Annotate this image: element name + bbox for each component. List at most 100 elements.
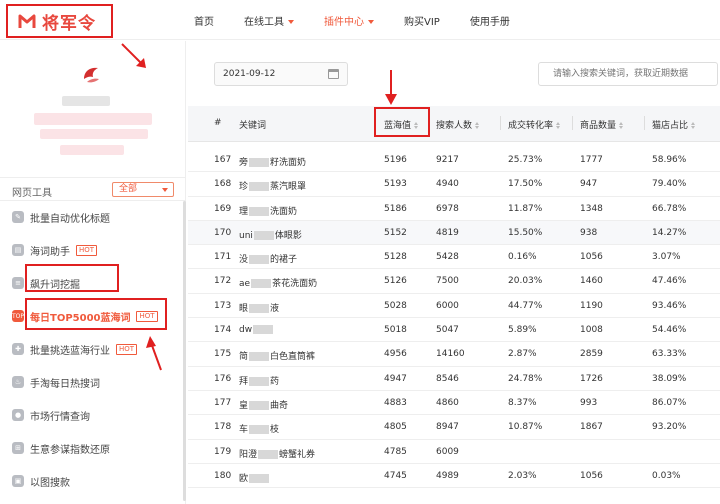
annotation-box-top5000: [25, 298, 167, 330]
table-row[interactable]: 175 简白色直筒裤 4956 14160 2.87% 2859 63.33%: [188, 342, 720, 367]
annotation-box-blue-sea-value: [374, 107, 430, 137]
col-keyword: 关键词: [239, 121, 267, 131]
hot-badge: HOT: [76, 244, 98, 256]
keyword-cell: 拜药: [239, 376, 280, 387]
table-row[interactable]: 180 欧 4745 4989 2.03% 1056 0.03%: [188, 464, 720, 489]
redacted-text: [253, 230, 274, 240]
redacted-text: [249, 473, 270, 483]
date-picker[interactable]: 2021-09-12: [214, 62, 348, 86]
column-divider: [572, 116, 573, 130]
search-input[interactable]: [538, 62, 718, 86]
sidebar-item-sea-words[interactable]: ▤ 海词助手 HOT: [0, 239, 186, 261]
chevron-down-icon: [162, 188, 168, 192]
book-icon: ▤: [12, 244, 24, 256]
table-row[interactable]: 169 理洗面奶 5186 6978 11.87% 1348 66.78%: [188, 197, 720, 221]
username-blurred: [62, 96, 110, 106]
keyword-cell: 珍蒸汽眼罩: [239, 182, 307, 193]
table-row[interactable]: 178 车枝 4805 8947 10.87% 1867 93.20%: [188, 415, 720, 440]
keyword-cell: 旁籽洗面奶: [239, 158, 307, 168]
chevron-down-icon: [288, 19, 294, 24]
keyword-cell: 没的裙子: [239, 255, 298, 266]
chat-icon: ●: [12, 409, 24, 421]
annotation-arrow-top5000: [146, 336, 162, 371]
table-body: 167 旁籽洗面奶 5196 9217 25.73% 1777 58.96% 168 珍蒸汽眼…: [188, 148, 720, 489]
main-nav: 首页 在线工具 插件中心 购买VIP 使用手册: [194, 0, 540, 40]
keyword-cell: uni 体眼影: [239, 230, 302, 241]
table-row[interactable]: 179 阳澄 螃蟹礼券 4785 6009: [188, 440, 720, 464]
table-row[interactable]: 167 旁籽洗面奶 5196 9217 25.73% 1777 58.96%: [188, 148, 720, 173]
redacted-text: [249, 182, 270, 192]
sidebar-item-market[interactable]: ● 市场行情查询: [0, 404, 186, 426]
sidebar-item-batch-title[interactable]: ✎ 批量自动优化标题: [0, 206, 186, 228]
image-icon: ▣: [12, 475, 24, 487]
annotation-arrow-logo: [121, 43, 146, 68]
redacted-text: [249, 255, 270, 265]
column-divider: [500, 116, 501, 130]
nav-buy-vip[interactable]: 购买VIP: [404, 13, 440, 28]
col-search-users[interactable]: 搜索人数: [436, 118, 480, 131]
userinfo-blurred: [34, 113, 152, 125]
sidebar-item-index-restore[interactable]: ⊞ 生意参谋指数还原: [0, 437, 186, 459]
table-row[interactable]: 176 拜药 4947 8546 24.78% 1726 38.09%: [188, 367, 720, 391]
redacted-text: [249, 158, 270, 167]
chevron-down-icon: [368, 19, 374, 24]
redacted-text: [251, 279, 272, 289]
fire-icon: ♨: [12, 376, 24, 388]
keyword-cell: 欧: [239, 471, 270, 484]
table-row[interactable]: 172 ae 茶花洗面奶 5126 7500 20.03% 1460 47.46%: [188, 269, 720, 294]
redacted-text: [249, 303, 270, 313]
annotation-box-rising-words: [25, 264, 119, 292]
avatar: [84, 67, 99, 83]
redacted-text: [249, 352, 270, 362]
top-icon: TOP: [12, 310, 24, 322]
redacted-text: [249, 400, 270, 410]
redacted-text: [249, 425, 270, 435]
doc-icon: ≡: [12, 277, 24, 289]
redacted-text: [258, 449, 279, 459]
nav-plugin-center[interactable]: 插件中心: [324, 13, 374, 28]
redacted-text: [249, 376, 270, 386]
plus-icon: ✚: [12, 343, 24, 355]
redacted-text: [253, 325, 274, 335]
table-row[interactable]: 170 uni 体眼影 5152 4819 15.50% 938 14.27%: [188, 220, 720, 246]
annotation-box-logo: [6, 4, 113, 38]
userinfo-blurred: [60, 145, 124, 155]
col-index: #: [214, 118, 222, 128]
hot-badge: HOT: [116, 343, 138, 355]
table-row[interactable]: 174 dw 5018 5047 5.89% 1008 54.46%: [188, 318, 720, 343]
sort-icon: [556, 122, 561, 129]
col-conversion-rate[interactable]: 成交转化率: [508, 118, 561, 131]
col-product-count[interactable]: 商品数量: [580, 118, 624, 131]
sort-icon: [619, 122, 624, 129]
sort-icon: [691, 122, 696, 129]
calc-icon: ⊞: [12, 442, 24, 454]
keyword-cell: 简白色直筒裤: [239, 352, 316, 363]
table-row[interactable]: 168 珍蒸汽眼罩 5193 4940 17.50% 947 79.40%: [188, 172, 720, 197]
table-row[interactable]: 177 皇曲奇 4883 4860 8.37% 993 86.07%: [188, 391, 720, 416]
keyword-cell: 眼液: [239, 303, 280, 314]
nav-home[interactable]: 首页: [194, 13, 214, 28]
keyword-cell: 理洗面奶: [239, 206, 298, 217]
redacted-text: [249, 206, 270, 216]
tools-filter-select[interactable]: 全部: [112, 182, 174, 197]
edit-icon: ✎: [12, 211, 24, 223]
tools-label: 网页工具: [12, 188, 52, 199]
userinfo-blurred: [40, 129, 148, 139]
nav-user-manual[interactable]: 使用手册: [470, 13, 510, 28]
keyword-cell: 车枝: [239, 425, 280, 436]
calendar-icon: [328, 69, 339, 79]
table-header: # 关键词 蓝海值 搜索人数 成交转化率 商品数量 猫店占比: [188, 106, 720, 142]
table-row[interactable]: 171 没的裙子 5128 5428 0.16% 1056 3.07%: [188, 245, 720, 270]
sidebar-scrollbar[interactable]: [183, 201, 186, 501]
tools-filter-bar: 网页工具 全部: [0, 177, 186, 201]
keyword-cell: 阳澄 螃蟹礼券: [239, 449, 316, 460]
keyword-cell: 皇曲奇: [239, 400, 289, 411]
col-tmall-ratio[interactable]: 猫店占比: [652, 118, 696, 131]
table-row[interactable]: 173 眼液 5028 6000 44.77% 1190 93.46%: [188, 294, 720, 319]
keyword-cell: ae 茶花洗面奶: [239, 279, 318, 290]
column-divider: [644, 116, 645, 130]
sidebar-item-image-search[interactable]: ▣ 以图搜款: [0, 470, 186, 492]
annotation-arrow-blue-sea-value: [385, 70, 397, 105]
sort-icon: [475, 122, 480, 129]
nav-online-tools[interactable]: 在线工具: [244, 13, 294, 28]
